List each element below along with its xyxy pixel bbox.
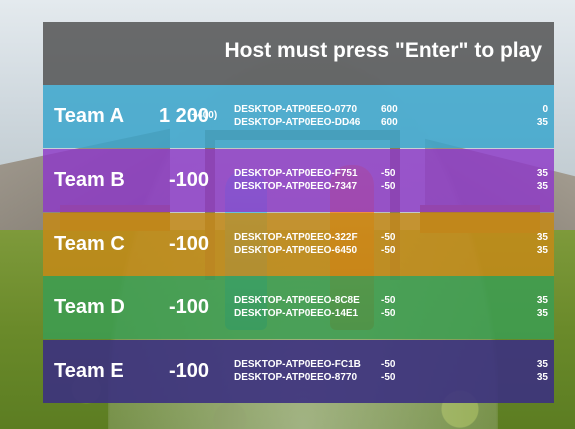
player-row: DESKTOP-ATP0EEO-F751 -50 35 <box>234 167 554 180</box>
player-ping: 35 <box>536 232 548 243</box>
player-name: DESKTOP-ATP0EEO-DD46 <box>234 117 361 128</box>
player-name: DESKTOP-ATP0EEO-F751 <box>234 168 358 179</box>
player-row: DESKTOP-ATP0EEO-8C8E -50 35 <box>234 294 554 307</box>
player-ping: 35 <box>536 181 548 192</box>
team-score: -100 <box>168 169 209 191</box>
player-row: DESKTOP-ATP0EEO-FC1B -50 35 <box>234 358 554 371</box>
team-bonus: (+400) <box>188 110 218 121</box>
team-score: -100 <box>168 296 209 318</box>
player-score: -50 <box>381 245 396 256</box>
player-score: -50 <box>381 372 396 383</box>
team-name: Team E <box>54 360 124 382</box>
team-name: Team D <box>54 296 125 318</box>
player-ping: 35 <box>536 359 548 370</box>
player-row: DESKTOP-ATP0EEO-8770 -50 35 <box>234 371 554 384</box>
player-ping: 35 <box>536 168 548 179</box>
team-row-e: Team E -100 DESKTOP-ATP0EEO-FC1B -50 35 … <box>43 340 554 403</box>
player-score: -50 <box>381 168 396 179</box>
team-row-a: Team A 1 200 (+400) DESKTOP-ATP0EEO-0770… <box>43 85 554 148</box>
player-score: -50 <box>381 295 396 306</box>
team-row-b: Team B -100 DESKTOP-ATP0EEO-F751 -50 35 … <box>43 149 554 212</box>
host-start-message: Host must press "Enter" to play <box>224 39 542 62</box>
player-name: DESKTOP-ATP0EEO-7347 <box>234 181 358 192</box>
team-score: -100 <box>168 233 209 255</box>
team-name: Team B <box>54 169 125 191</box>
player-row: DESKTOP-ATP0EEO-7347 -50 35 <box>234 180 554 193</box>
team-row-d: Team D -100 DESKTOP-ATP0EEO-8C8E -50 35 … <box>43 276 554 339</box>
player-row: DESKTOP-ATP0EEO-322F -50 35 <box>234 231 554 244</box>
player-score: -50 <box>381 232 396 243</box>
scoreboard-header: Host must press "Enter" to play <box>43 22 554 85</box>
team-row-c: Team C -100 DESKTOP-ATP0EEO-322F -50 35 … <box>43 213 554 276</box>
player-row: DESKTOP-ATP0EEO-DD46 600 35 <box>234 116 554 129</box>
player-ping: 35 <box>536 372 548 383</box>
player-score: 600 <box>381 104 398 115</box>
team-name: Team C <box>54 233 125 255</box>
player-name: DESKTOP-ATP0EEO-FC1B <box>234 359 361 370</box>
player-score: -50 <box>381 181 396 192</box>
player-row: DESKTOP-ATP0EEO-6450 -50 35 <box>234 244 554 257</box>
player-name: DESKTOP-ATP0EEO-322F <box>234 232 358 243</box>
player-score: 600 <box>381 117 398 128</box>
scoreboard-panel: Host must press "Enter" to play Team A 1… <box>43 22 554 403</box>
player-name: DESKTOP-ATP0EEO-8C8E <box>234 295 360 306</box>
player-score: -50 <box>381 308 396 319</box>
player-row: DESKTOP-ATP0EEO-0770 600 0 <box>234 103 554 116</box>
team-name: Team A <box>54 105 125 127</box>
player-name: DESKTOP-ATP0EEO-8770 <box>234 372 358 383</box>
team-score: -100 <box>168 360 209 382</box>
player-score: -50 <box>381 359 396 370</box>
player-ping: 35 <box>536 245 548 256</box>
player-ping: 35 <box>536 308 548 319</box>
player-row: DESKTOP-ATP0EEO-14E1 -50 35 <box>234 307 554 320</box>
player-name: DESKTOP-ATP0EEO-6450 <box>234 245 358 256</box>
player-name: DESKTOP-ATP0EEO-0770 <box>234 104 358 115</box>
player-ping: 0 <box>542 104 548 115</box>
player-name: DESKTOP-ATP0EEO-14E1 <box>234 308 359 319</box>
player-ping: 35 <box>536 295 548 306</box>
player-ping: 35 <box>536 117 548 128</box>
